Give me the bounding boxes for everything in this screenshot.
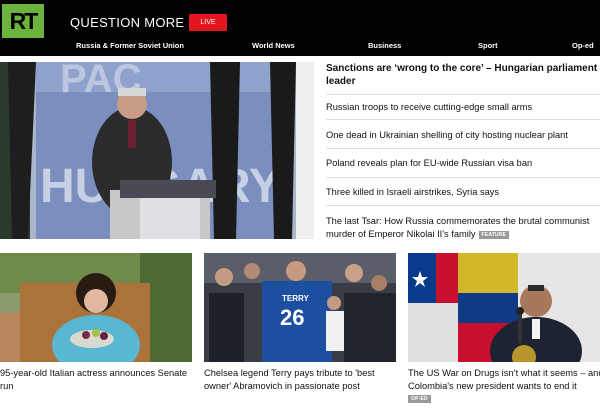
divider	[326, 94, 600, 95]
divider	[326, 177, 600, 178]
headline-item[interactable]: The last Tsar: How Russia commemorates t…	[326, 215, 600, 240]
jersey-name: TERRY	[282, 294, 309, 303]
feature-badge: FEATURE	[478, 230, 510, 239]
card-title[interactable]: The US War on Drugs isn’t what it seems …	[408, 367, 600, 405]
nav-business[interactable]: Business	[368, 41, 401, 50]
headline-item[interactable]: Three killed in Israeli airstrikes, Syri…	[326, 186, 600, 199]
speaker-at-podium-photo: PAC HUNGARY	[0, 62, 314, 239]
card-title-text: The US War on Drugs isn’t what it seems …	[408, 368, 600, 391]
headline-item[interactable]: Russian troops to receive cutting-edge s…	[326, 101, 600, 114]
nav-russia-fsu[interactable]: Russia & Former Soviet Union	[76, 41, 184, 50]
divider	[326, 205, 600, 206]
nav-sport[interactable]: Sport	[478, 41, 498, 50]
logo-text: RT	[9, 7, 39, 34]
headline-item[interactable]: Poland reveals plan for EU-wide Russian …	[326, 157, 600, 170]
nav-op-ed[interactable]: Op-ed	[572, 41, 594, 50]
football-crowd-photo: TERRY 26	[204, 253, 396, 362]
headline-item[interactable]: One dead in Ukrainian shelling of city h…	[326, 129, 600, 142]
card-image[interactable]	[0, 253, 192, 362]
live-button[interactable]: LIVE	[189, 14, 227, 31]
card-title[interactable]: 95-year-old Italian actress announces Se…	[0, 367, 196, 392]
card-image[interactable]	[408, 253, 600, 362]
brand-slogan: QUESTION MORE	[70, 15, 185, 30]
headline-item[interactable]: Sanctions are ‘wrong to the core’ – Hung…	[326, 62, 600, 88]
rt-logo[interactable]: RT	[2, 4, 44, 38]
op-ed-badge: OP-ED	[408, 395, 431, 403]
jersey-number: 26	[280, 305, 304, 330]
hero-image[interactable]: PAC HUNGARY	[0, 62, 314, 239]
divider	[326, 119, 600, 120]
card-title[interactable]: Chelsea legend Terry pays tribute to 'be…	[204, 367, 400, 392]
divider	[326, 148, 600, 149]
colombian-president-photo	[408, 253, 600, 362]
site-header: RT QUESTION MORE LIVE Russia & Former So…	[0, 0, 600, 56]
nav-world-news[interactable]: World News	[252, 41, 295, 50]
actress-photo	[0, 253, 192, 362]
main-nav: Russia & Former Soviet Union World News …	[0, 41, 600, 55]
card-image[interactable]: TERRY 26	[204, 253, 396, 362]
headline-text: The last Tsar: How Russia commemorates t…	[326, 216, 590, 239]
